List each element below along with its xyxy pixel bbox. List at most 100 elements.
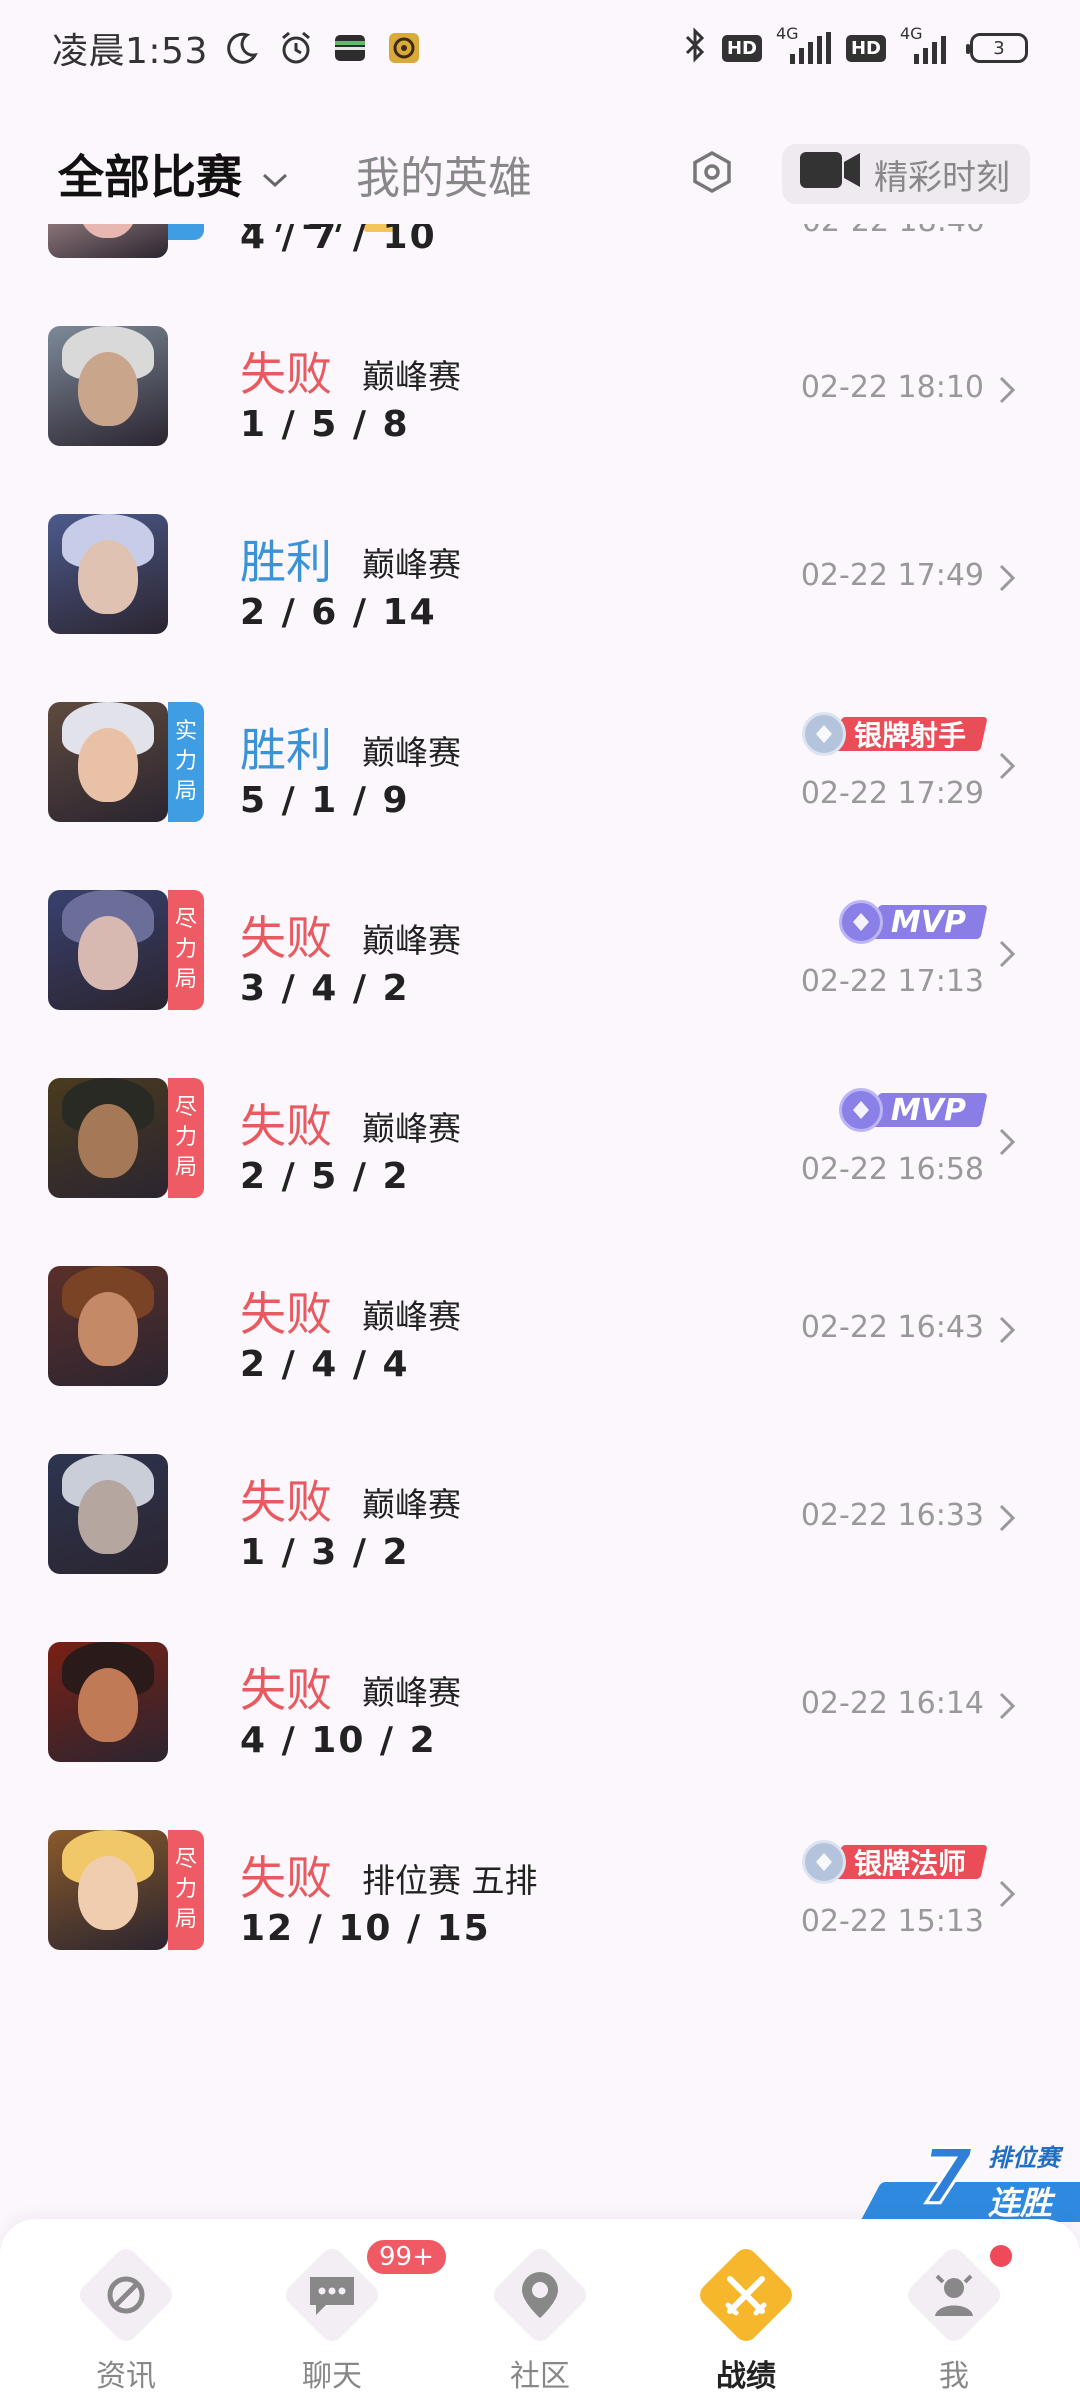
nav-profile[interactable]: 我 xyxy=(894,2241,1014,2394)
status-right: HD 4G HD 4G 3 xyxy=(682,24,1028,69)
video-camera-icon xyxy=(798,148,862,201)
match-date: 02-22 17:13 xyxy=(800,964,984,999)
match-result: 胜利 xyxy=(240,723,332,777)
highlights-label: 精彩时刻 xyxy=(874,157,1010,198)
match-quality-tag: 实力局 xyxy=(168,702,204,822)
streak-count: 7 xyxy=(919,2131,975,2223)
tab-my-heroes[interactable]: 我的英雄 xyxy=(356,142,532,206)
hero-face xyxy=(78,1856,138,1930)
hero-avatar xyxy=(48,224,168,258)
match-mode: 巅峰赛 xyxy=(362,921,461,960)
nav-record[interactable]: 战绩 xyxy=(686,2241,806,2394)
tab-all-matches[interactable]: 全部比赛 xyxy=(58,141,290,207)
rank-badge: 银牌射手 xyxy=(801,712,988,756)
medal-icon xyxy=(801,1840,846,1884)
rank-badge: 银牌法师 xyxy=(801,1840,988,1884)
tag-char: 尽 xyxy=(174,1847,197,1872)
match-row[interactable]: 尽力局失败 排位赛 五排 12 / 10 / 15 银牌法师 02-22 15:13 xyxy=(0,1800,1080,1992)
battery-level: 3 xyxy=(993,37,1005,59)
hero-avatar xyxy=(48,1078,168,1198)
hero-face xyxy=(78,352,138,426)
match-mode: 巅峰赛 xyxy=(362,733,461,772)
hero-avatar xyxy=(48,1266,168,1386)
tag-char: 力 xyxy=(174,749,197,774)
mvp-badge: MVP xyxy=(838,900,988,944)
hero-avatar xyxy=(48,1642,168,1762)
match-date: 02-22 17:49 xyxy=(800,558,984,593)
status-bar: 凌晨1:53 HD 4G HD 4G 3 xyxy=(0,0,1080,96)
match-mode: 巅峰赛 xyxy=(362,545,461,584)
battery-icon: 3 xyxy=(966,33,1028,63)
match-result: 失败 xyxy=(240,1475,332,1529)
kda-text: 2 / 4 / 4 xyxy=(240,1344,410,1385)
profile-icon xyxy=(918,2259,990,2331)
bluetooth-icon xyxy=(682,27,708,69)
match-row[interactable]: 尽力局失败 巅峰赛 3 / 4 / 2 MVP 02-22 17:13 xyxy=(0,860,1080,1052)
award-ribbon: 银牌射手 xyxy=(834,717,988,752)
match-date: 02-22 15:13 xyxy=(800,1904,984,1939)
match-result: 失败 xyxy=(240,1099,332,1153)
game-app-icon xyxy=(384,28,424,68)
chevron-right-icon xyxy=(992,1310,1022,1350)
streak-mode-label: 排位赛 xyxy=(988,2144,1060,2172)
tag-char: 尽 xyxy=(174,907,197,932)
hero-avatar xyxy=(48,1454,168,1574)
match-row[interactable]: 失败 巅峰赛 1 / 3 / 2 02-22 16:33 xyxy=(0,1424,1080,1616)
kda-text: 2 / 6 / 14 xyxy=(240,592,437,633)
kda-text: 5 / 1 / 9 xyxy=(240,780,410,821)
chevron-right-icon xyxy=(992,558,1022,598)
medal-icon xyxy=(838,1088,883,1132)
award-text: 银牌法师 xyxy=(853,1847,966,1880)
hero-avatar xyxy=(48,326,168,446)
hexagon-settings-icon xyxy=(690,150,734,198)
match-row[interactable]: 实力局胜利 巅峰赛 5 / 1 / 9 银牌射手 02-22 17:29 xyxy=(0,672,1080,864)
signal-icon-1: 4G xyxy=(776,24,832,66)
status-left: 凌晨1:53 xyxy=(52,22,424,74)
match-mode: 巅峰赛 xyxy=(362,1485,461,1524)
nav-news[interactable]: 资讯 xyxy=(66,2241,186,2394)
hero-avatar xyxy=(48,514,168,634)
tag-char: 实 xyxy=(174,719,197,744)
nav-label-community: 社区 xyxy=(510,2359,570,2394)
hero-face xyxy=(78,224,138,238)
match-result: 失败 xyxy=(240,911,332,965)
streak-label: 连胜 xyxy=(988,2184,1053,2222)
tag-char: 尽 xyxy=(174,1095,197,1120)
tag-char: 力 xyxy=(174,1877,197,1902)
match-mode: 排位赛 五排 xyxy=(362,1861,538,1900)
match-list: 6 / 1 / 6 02-22 18:40 胜利巅峰赛4 / 7 / 1002-… xyxy=(0,224,1080,2219)
award-text: 银牌射手 xyxy=(853,719,966,752)
match-date: 02-22 16:58 xyxy=(800,1152,984,1187)
match-quality-tag: 尽力局 xyxy=(168,1830,204,1950)
award-ribbon: 银牌法师 xyxy=(834,1845,988,1880)
match-row[interactable]: 胜利巅峰赛4 / 7 / 1002-22 18:26 xyxy=(0,224,1080,300)
status-time: 凌晨1:53 xyxy=(52,31,208,72)
highlights-button[interactable]: 精彩时刻 xyxy=(782,144,1030,204)
match-quality-tag: 尽力局 xyxy=(168,1078,204,1198)
kda-text: 4 / 10 / 2 xyxy=(240,1720,437,1761)
match-row[interactable]: 尽力局失败 巅峰赛 2 / 5 / 2 MVP 02-22 16:58 xyxy=(0,1048,1080,1240)
nav-chat[interactable]: 99+ 聊天 xyxy=(272,2237,449,2394)
match-row[interactable]: 胜利 巅峰赛 2 / 6 / 14 02-22 17:49 xyxy=(0,484,1080,676)
header: 全部比赛 我的英雄 精彩时刻 xyxy=(0,124,1080,224)
nav-community[interactable]: 社区 xyxy=(480,2241,600,2394)
signal-icon-2: 4G xyxy=(900,24,956,66)
win-streak-badge[interactable]: 7 排位赛 连胜 xyxy=(860,2131,1080,2223)
hd-badge-1: HD xyxy=(721,34,762,62)
chevron-right-icon xyxy=(992,1686,1022,1726)
match-row[interactable]: 失败 巅峰赛 1 / 5 / 8 02-22 18:10 xyxy=(0,296,1080,488)
chevron-right-icon xyxy=(992,746,1022,786)
kda-text: 2 / 5 / 2 xyxy=(240,1156,410,1197)
match-row[interactable]: 失败 巅峰赛 2 / 4 / 4 02-22 16:43 xyxy=(0,1236,1080,1428)
tag-char: 力 xyxy=(174,937,197,962)
kda-text: 1 / 5 / 8 xyxy=(240,404,410,445)
bottom-nav: 资讯 99+ 聊天 社区 战绩 我 xyxy=(0,2219,1080,2400)
match-row[interactable]: 失败 巅峰赛 4 / 10 / 2 02-22 16:14 xyxy=(0,1612,1080,1804)
tag-char: 局 xyxy=(174,779,197,804)
tag-char: 力 xyxy=(174,1125,197,1150)
tag-char: 局 xyxy=(174,1907,197,1932)
chevron-right-icon xyxy=(992,1122,1022,1162)
chevron-right-icon xyxy=(992,1874,1022,1914)
nav-label-record: 战绩 xyxy=(716,2359,776,2394)
settings-button[interactable] xyxy=(682,144,742,204)
